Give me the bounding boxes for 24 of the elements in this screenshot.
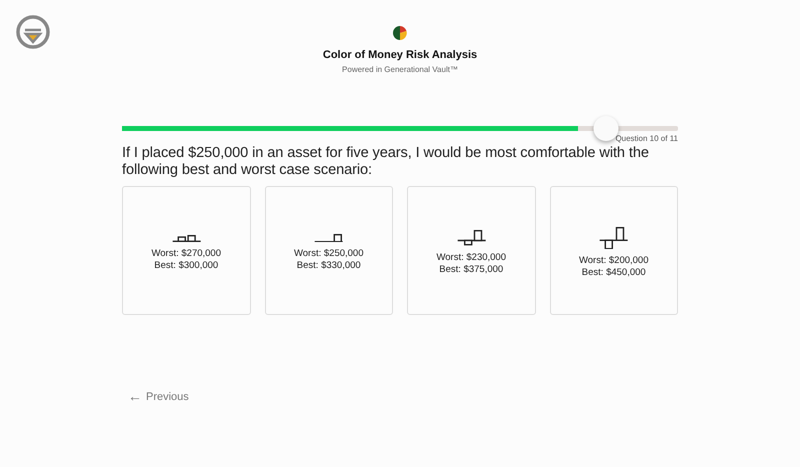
option-card[interactable]: Worst: $250,000 Best: $330,000 <box>264 186 393 314</box>
bar-chart-icon <box>314 234 344 242</box>
worst-value: Worst: $200,000 <box>578 255 649 268</box>
question-text: If I placed $250,000 in an asset for five years, I would be most comfortable with the following best and worst case scenario: <box>122 144 650 178</box>
best-value: Best: $330,000 <box>296 260 361 272</box>
best-value: Best: $300,000 <box>154 260 218 272</box>
app-title: Color of Money Risk Analysis <box>322 48 478 63</box>
bar-chart-icon <box>172 234 201 242</box>
question-counter: Question 10 of 11 <box>614 132 678 144</box>
worst-value: Worst: $250,000 <box>294 248 364 260</box>
best-value: Best: $375,000 <box>439 264 504 276</box>
best-value: Best: $450,000 <box>582 267 646 280</box>
previous-button[interactable]: ← Previous <box>128 388 189 405</box>
option-card[interactable]: Worst: $200,000 Best: $450,000 <box>550 186 678 314</box>
app-subtitle: Powered in Generational Vault™ <box>341 64 459 76</box>
logo-icon <box>16 15 50 49</box>
worst-value: Worst: $270,000 <box>151 248 222 260</box>
pie-chart-icon <box>393 26 407 40</box>
bar-chart-icon <box>456 230 486 246</box>
bar-chart-icon <box>599 226 628 250</box>
option-card[interactable]: Worst: $230,000 Best: $375,000 <box>407 186 536 314</box>
worst-value: Worst: $230,000 <box>436 252 506 264</box>
option-card[interactable]: Worst: $270,000 Best: $300,000 <box>122 186 250 314</box>
back-arrow-icon: ← <box>128 391 142 402</box>
